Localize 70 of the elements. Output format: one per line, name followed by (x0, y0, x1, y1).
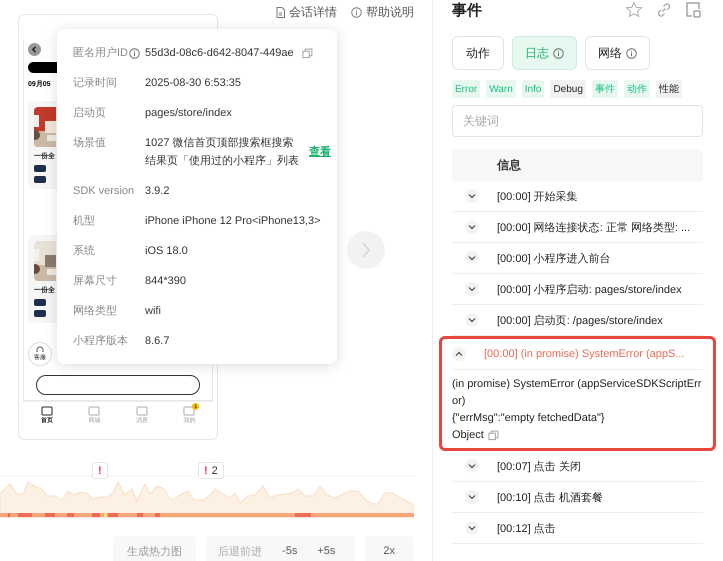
log-entry[interactable]: [00:00] 小程序进入前台 (497, 250, 611, 266)
panel-tab[interactable]: 网络 (585, 36, 650, 70)
log-entry[interactable]: [00:00] 网络连接状态: 正常 网络类型: ... (497, 220, 690, 234)
field-label: 小程序版本 (73, 334, 128, 349)
store-logo (34, 299, 46, 306)
log-detail: {"errMsg":"empty fetchedData"} (452, 411, 606, 426)
field-value: iPhone iPhone 12 Pro<iPhone13,3> (145, 214, 321, 229)
field-value: 1027 微信首页顶部搜索框搜索结果页「使用过的小程序」列表 (145, 136, 300, 169)
field-label: 场景值 (73, 136, 106, 151)
view-all-button[interactable] (36, 375, 200, 395)
store-logo (34, 165, 46, 172)
log-entry[interactable]: [00:12] 点击 (497, 520, 556, 536)
expand-icon[interactable] (465, 189, 479, 203)
log-entry[interactable]: [00:10] 点击 机酒套餐 (497, 490, 603, 504)
log-entry[interactable]: [00:00] 启动页: /pages/store/index (497, 312, 663, 328)
level-filter[interactable]: Debug (550, 80, 586, 98)
field-value: pages/store/index (145, 106, 232, 121)
field-value: wifi (145, 304, 161, 319)
field-label: 匿名用户ID (73, 46, 128, 61)
object-label: Object (452, 428, 484, 443)
store-logo (34, 310, 46, 317)
event-track[interactable] (0, 513, 414, 517)
log-detail: (in promise) SystemError (appServiceSDKScriptError) (452, 377, 702, 409)
field-label: SDK version (73, 184, 134, 199)
field-label: 机型 (73, 214, 95, 229)
speed-button[interactable]: 2x (365, 536, 413, 561)
field-value: 2025-08-30 6:53:35 (145, 76, 242, 91)
keyword-field[interactable]: 关键词 (452, 105, 703, 137)
log-entry[interactable]: [00:07] 点击 关闭 (497, 458, 581, 474)
error-marker[interactable]: ! 2 (198, 462, 224, 479)
field-label: 系统 (73, 244, 95, 259)
field-value: 3.9.2 (145, 184, 170, 199)
forward-button[interactable]: +5s (309, 545, 344, 557)
chevron-right-icon (361, 242, 371, 258)
level-filter[interactable]: 性能 (656, 80, 682, 98)
expand-icon[interactable] (465, 459, 479, 473)
field-label: 网络类型 (73, 304, 117, 319)
copy-icon[interactable] (488, 430, 499, 441)
field-value: 8.6.7 (145, 334, 170, 349)
session-details-link[interactable]: 会话详情 (276, 4, 337, 21)
expand-icon[interactable] (465, 521, 479, 535)
panel-tab[interactable]: 动作 (452, 36, 504, 70)
star-icon[interactable] (625, 1, 643, 19)
rewind-button[interactable]: -5s (274, 545, 306, 557)
field-value: iOS 18.0 (145, 244, 188, 259)
log-entry[interactable]: [00:00] 小程序启动: pages/store/index (497, 282, 682, 296)
expand-icon[interactable] (465, 490, 479, 504)
store-logo (34, 176, 46, 183)
column-header: 信息 (497, 156, 521, 174)
document-icon (276, 7, 285, 18)
step-label: 后退前进 (218, 544, 262, 558)
field-label: 屏幕尺寸 (73, 274, 117, 289)
log-entry[interactable]: [00:00] 开始采集 (497, 188, 578, 204)
pip-icon[interactable] (685, 1, 703, 19)
field-value: 55d3d-08c6-d642-8047-449ae (145, 46, 294, 61)
copy-icon[interactable] (302, 48, 313, 58)
expand-icon[interactable] (465, 251, 479, 265)
expand-icon[interactable] (465, 282, 479, 296)
expand-icon[interactable] (465, 313, 479, 327)
back-icon[interactable] (28, 43, 41, 56)
field-label: 记录时间 (73, 76, 117, 91)
collapse-icon[interactable] (452, 347, 466, 361)
error-marker[interactable]: ! (92, 462, 108, 479)
help-link[interactable]: 帮助说明 (351, 4, 414, 21)
info-icon (351, 7, 362, 18)
headset-icon (36, 346, 44, 353)
panel-title: 事件 (452, 0, 483, 20)
field-label: 启动页 (73, 106, 106, 121)
expand-icon[interactable] (465, 220, 479, 234)
field-value: 844*390 (145, 274, 186, 289)
